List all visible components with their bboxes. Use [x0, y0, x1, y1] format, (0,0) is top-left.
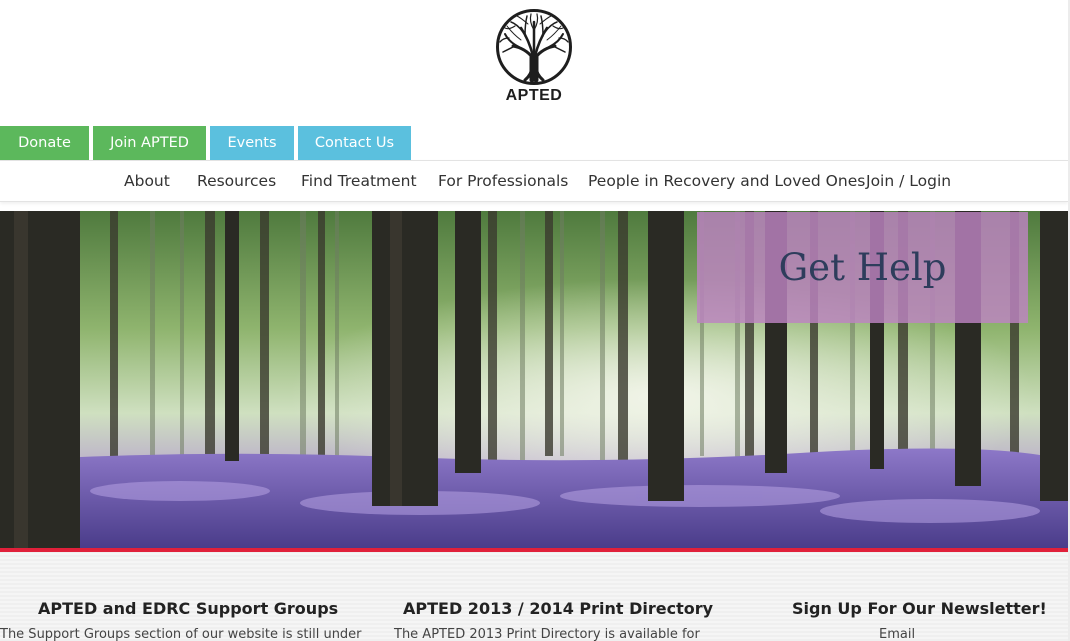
- support-groups-title: APTED and EDRC Support Groups: [38, 599, 339, 618]
- contact-us-button[interactable]: Contact Us: [298, 126, 411, 160]
- tree-icon: [496, 9, 572, 85]
- nav-item-find-treatment[interactable]: Find Treatment: [301, 172, 417, 190]
- newsletter-title: Sign Up For Our Newsletter!: [792, 599, 1047, 618]
- nav-item-about[interactable]: About: [124, 172, 170, 190]
- print-directory-text: The APTED 2013 Print Directory is availa…: [394, 627, 700, 641]
- logo-text: APTED: [505, 87, 563, 104]
- donate-button[interactable]: Donate: [0, 126, 89, 160]
- nav-item-people-in-recovery[interactable]: People in Recovery and Loved Ones: [588, 172, 865, 190]
- main-nav: About Resources Find Treatment For Profe…: [0, 160, 1068, 202]
- get-help-button[interactable]: Get Help: [697, 212, 1028, 323]
- nav-item-resources[interactable]: Resources: [197, 172, 276, 190]
- nav-item-join-login[interactable]: Join / Login: [866, 172, 951, 190]
- join-apted-button[interactable]: Join APTED: [93, 126, 206, 160]
- events-button[interactable]: Events: [210, 126, 294, 160]
- nav-item-for-professionals[interactable]: For Professionals: [438, 172, 568, 190]
- support-groups-text: The Support Groups section of our websit…: [0, 627, 362, 641]
- get-help-label: Get Help: [778, 246, 947, 289]
- print-directory-title: APTED 2013 / 2014 Print Directory: [403, 599, 714, 618]
- site-logo[interactable]: APTED: [494, 8, 574, 105]
- newsletter-email-label: Email: [879, 627, 916, 641]
